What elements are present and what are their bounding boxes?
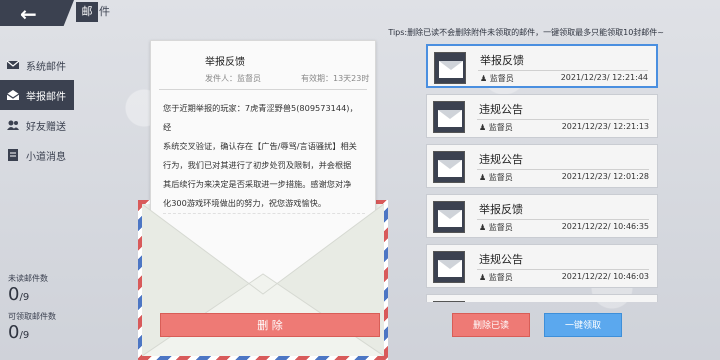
mail-list-item[interactable] (426, 294, 658, 302)
letter-expiry: 有效期：13天23时 (301, 74, 370, 83)
claimable-count-number: 0 (8, 322, 20, 343)
letter-divider (159, 89, 367, 90)
mail-time: 2021/12/23/ 12:21:13 (561, 122, 649, 131)
mail-sender-name: 监督员 (489, 74, 514, 83)
mail-divider (477, 219, 649, 220)
mail-title: 违规公告 (479, 103, 523, 116)
sidebar-item-label: 举报邮件 (26, 91, 66, 103)
letter-body-line: 您于近期举报的玩家：7虎青涩野兽5(809573144)，经 (163, 103, 358, 132)
delete-button[interactable]: 删 除 (160, 313, 380, 337)
sidebar-item-label: 好友赠送 (26, 121, 66, 133)
mail-list-item[interactable]: 举报反馈 ♟ 监督员 2021/12/22/ 10:46:35 (426, 194, 658, 238)
mail-sender-name: 监督员 (488, 223, 513, 232)
letter-view: 举报反馈 发件人：监督员 有效期：13天23时 您于近期举报的玩家：7虎青涩野兽… (138, 40, 388, 360)
mail-title: 违规公告 (479, 153, 523, 166)
claimable-count-label: 可领取邮件数 (8, 312, 56, 321)
sidebar-item-report-mail[interactable]: 举报邮件 (0, 80, 74, 110)
mail-sender: ♟ 监督员 (479, 222, 513, 233)
unread-count-total: /9 (19, 292, 30, 303)
envelope-flap (438, 160, 462, 169)
mail-sender: ♟ 监督员 (479, 272, 513, 283)
sidebar-item-label: 小道消息 (26, 151, 66, 163)
unread-count-label: 未读邮件数 (8, 274, 48, 283)
mail-list-item[interactable]: 举报反馈 ♟ 监督员 2021/12/23/ 12:21:44 (426, 44, 658, 88)
mail-list-item[interactable]: 违规公告 ♟ 监督员 2021/12/22/ 10:46:03 (426, 244, 658, 288)
back-arrow-icon: ← (20, 2, 37, 26)
unread-count-value: 0/9 (8, 284, 56, 309)
mail-time: 2021/12/23/ 12:21:44 (560, 73, 648, 82)
envelope-flap (439, 61, 463, 70)
delete-read-button[interactable]: 删除已读 (452, 313, 530, 337)
sidebar-item-gossip[interactable]: 小道消息 (0, 140, 74, 170)
mail-divider (478, 70, 648, 71)
tips-text: Tips:删除已读不会删除附件未领取的邮件，一键领取最多只能领取10封邮件~ (388, 28, 664, 37)
mail-sender-name: 监督员 (488, 123, 513, 132)
sidebar-item-system-mail[interactable]: 系统邮件 (0, 50, 74, 80)
mail-thumbnail (434, 52, 466, 84)
open-envelope-icon (6, 89, 20, 101)
mail-list: 举报反馈 ♟ 监督员 2021/12/23/ 12:21:44 违规公告 ♟ 监… (422, 40, 665, 302)
mail-sender: ♟ 监督员 (479, 122, 513, 133)
mail-title: 违规公告 (479, 253, 523, 266)
person-icon: ♟ (480, 74, 488, 83)
mail-thumbnail (433, 251, 465, 283)
person-icon: ♟ (479, 273, 487, 282)
mail-title: 举报反馈 (480, 54, 524, 67)
claim-all-button[interactable]: 一键领取 (544, 313, 622, 337)
sidebar-item-friend-gift[interactable]: 好友赠送 (0, 110, 74, 140)
mail-thumbnail (433, 151, 465, 183)
mail-thumbnail (433, 101, 465, 133)
header: ← 邮 件 (0, 0, 720, 26)
back-button[interactable]: ← (0, 0, 74, 26)
envelope-icon (6, 59, 20, 71)
mail-title: 举报反馈 (479, 203, 523, 216)
letter-body-line: 系统交叉验证，确认存在【广告/辱骂/言语骚扰】相关 (163, 141, 357, 151)
envelope-flap (438, 260, 462, 269)
person-icon: ♟ (479, 123, 487, 132)
users-icon (6, 119, 20, 131)
letter-body-line: 其后续行为来决定是否采取进一步措施。感谢您对净 (163, 179, 352, 189)
mail-time: 2021/12/22/ 10:46:35 (561, 222, 649, 231)
claimable-count-value: 0/9 (8, 322, 56, 347)
letter-title: 举报反馈 (205, 57, 245, 68)
mail-stats: 未读邮件数 0/9 可领取邮件数 0/9 (8, 273, 56, 347)
mail-list-item[interactable]: 违规公告 ♟ 监督员 2021/12/23/ 12:21:13 (426, 94, 658, 138)
mail-sender-name: 监督员 (488, 273, 513, 282)
mail-thumbnail (433, 201, 465, 233)
letter-body: 您于近期举报的玩家：7虎青涩野兽5(809573144)，经 系统交叉验证，确认… (163, 99, 365, 214)
sidebar: 系统邮件 举报邮件 好友赠送 小道消息 (0, 50, 74, 170)
page-title-first-char: 邮 (76, 2, 98, 22)
mail-sender-name: 监督员 (488, 173, 513, 182)
document-icon (6, 149, 20, 161)
person-icon: ♟ (479, 173, 487, 182)
sidebar-item-label: 系统邮件 (26, 61, 66, 73)
letter-sender: 发件人：监督员 (205, 74, 261, 83)
envelope-flap (438, 210, 462, 219)
mail-time: 2021/12/23/ 12:01:28 (561, 172, 649, 181)
person-icon: ♟ (479, 223, 487, 232)
mail-divider (477, 269, 649, 270)
envelope-flap (438, 110, 462, 119)
mail-sender: ♟ 监督员 (480, 73, 514, 84)
claimable-count-total: /9 (19, 330, 30, 341)
mail-sender: ♟ 监督员 (479, 172, 513, 183)
page-title-rest: 件 (99, 5, 110, 18)
mail-time: 2021/12/22/ 10:46:03 (561, 272, 649, 281)
mail-divider (477, 119, 649, 120)
mail-thumbnail (433, 301, 465, 302)
mail-divider (477, 169, 649, 170)
unread-count-number: 0 (8, 284, 20, 305)
letter-body-line: 行为，我们已对其进行了初步处罚及限制，并会根据 (163, 160, 352, 170)
mail-list-item[interactable]: 违规公告 ♟ 监督员 2021/12/23/ 12:01:28 (426, 144, 658, 188)
